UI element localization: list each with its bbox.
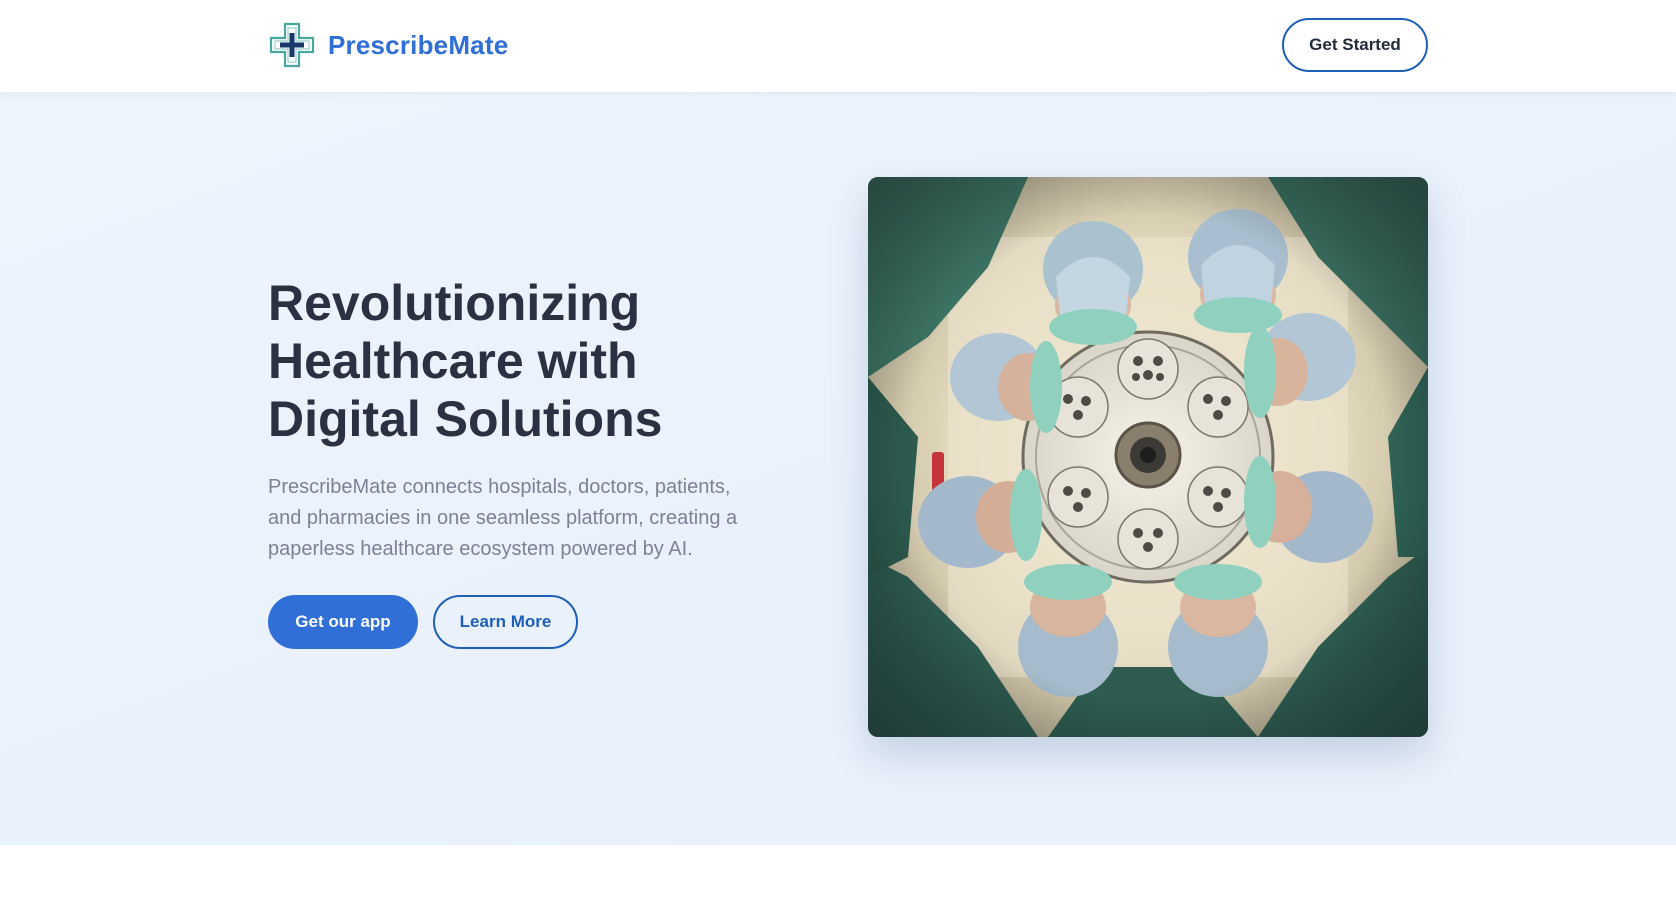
surgeons-photo bbox=[868, 177, 1428, 737]
get-started-button[interactable]: Get Started bbox=[1282, 18, 1428, 72]
hero-title-line: Healthcare with bbox=[268, 333, 638, 389]
hero-title-line: Revolutionizing bbox=[268, 275, 641, 331]
site-header: PrescribeMate Get Started bbox=[0, 0, 1676, 92]
medical-cross-icon bbox=[269, 22, 315, 68]
learn-more-button[interactable]: Learn More bbox=[433, 595, 578, 649]
hero-actions: Get our app Learn More bbox=[268, 595, 578, 649]
hero-title: Revolutionizing Healthcare with Digital … bbox=[268, 274, 788, 448]
brand-name: PrescribeMate bbox=[328, 29, 509, 60]
hero-description: PrescribeMate connects hospitals, doctor… bbox=[268, 476, 738, 560]
surgeons-illustration bbox=[868, 177, 1428, 737]
get-app-button[interactable]: Get our app bbox=[268, 595, 418, 649]
hero-section: Revolutionizing Healthcare with Digital … bbox=[0, 92, 1676, 845]
brand-logo[interactable]: PrescribeMate bbox=[268, 20, 508, 70]
hero-title-line: Digital Solutions bbox=[268, 391, 663, 447]
